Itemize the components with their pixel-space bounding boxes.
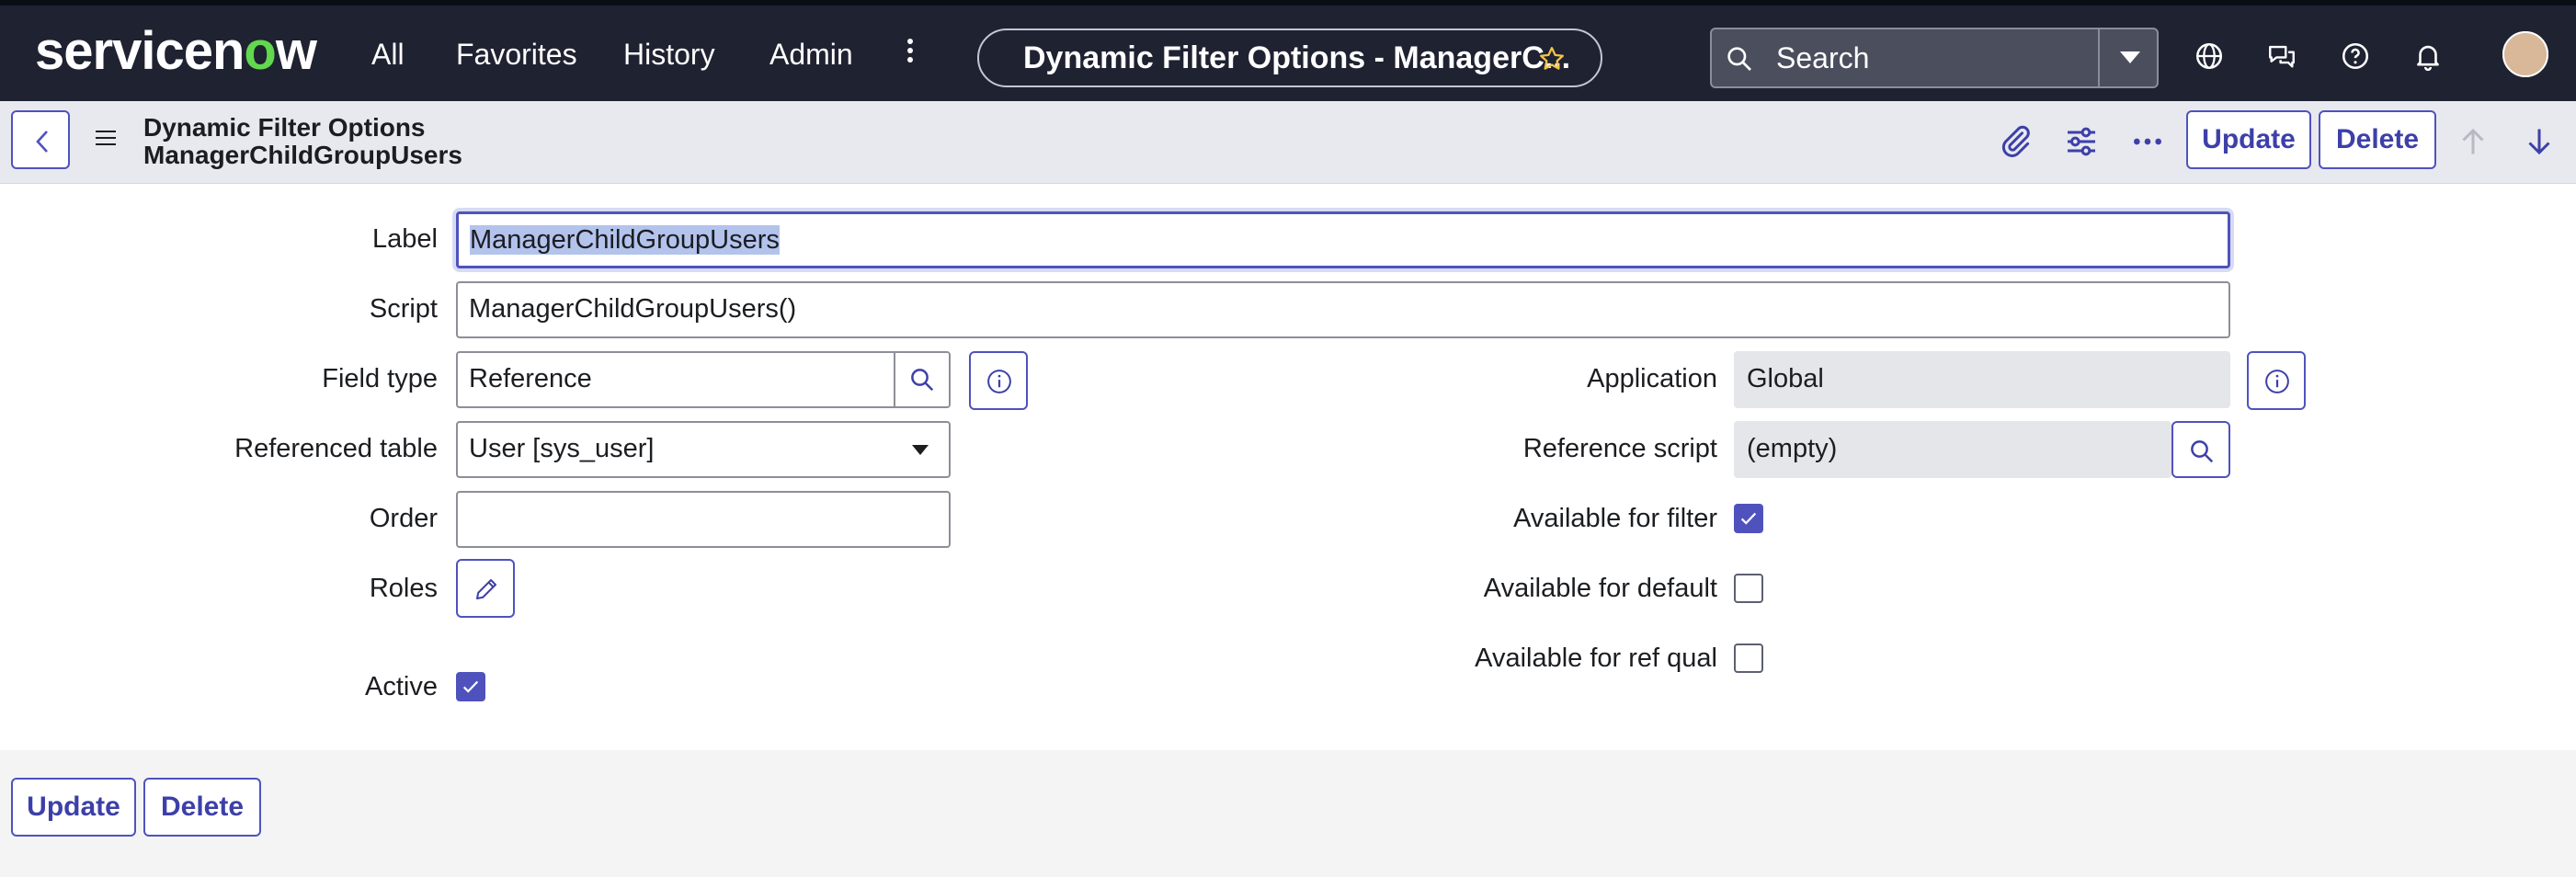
record-context-pill[interactable]: Dynamic Filter Options - ManagerC... <box>977 28 1602 87</box>
nav-admin[interactable]: Admin <box>769 28 853 81</box>
servicenow-logo[interactable]: servicenow <box>35 22 317 81</box>
paperclip-icon[interactable] <box>1997 123 2034 160</box>
application-info-button[interactable] <box>2247 351 2306 410</box>
available-for-ref-qual-checkbox[interactable] <box>1734 644 1763 673</box>
record-title-name: ManagerChildGroupUsers <box>143 141 462 169</box>
available-for-default-label: Available for default <box>1483 574 1717 603</box>
context-menu-icon[interactable] <box>96 131 116 149</box>
personalize-form-icon[interactable] <box>2063 123 2100 160</box>
search-placeholder[interactable]: Search <box>1776 29 1869 86</box>
more-menu-icon[interactable] <box>899 35 921 75</box>
search-icon <box>911 369 934 392</box>
label-input-value: ManagerChildGroupUsers <box>470 225 780 255</box>
search-divider <box>2098 29 2100 86</box>
search-icon <box>1727 47 1751 71</box>
update-button-bottom[interactable]: Update <box>11 778 136 837</box>
record-title-table: Dynamic Filter Options <box>143 113 426 142</box>
checkmark-icon <box>1740 512 1757 525</box>
referenced-table-value: User [sys_user] <box>469 434 655 463</box>
update-button-top[interactable]: Update <box>2186 110 2311 169</box>
top-navigation-bar: servicenow All Favorites History Admin D… <box>0 0 2576 101</box>
application-label: Application <box>1587 364 1717 393</box>
record-form: Label ManagerChildGroupUsers Script Mana… <box>0 184 2576 750</box>
delete-button-top[interactable]: Delete <box>2319 110 2436 169</box>
available-for-ref-qual-label: Available for ref qual <box>1475 644 1717 673</box>
delete-button-bottom[interactable]: Delete <box>143 778 261 837</box>
available-for-filter-label: Available for filter <box>1513 504 1717 533</box>
checkmark-icon <box>462 680 479 693</box>
info-icon <box>2265 370 2289 393</box>
help-icon[interactable] <box>2340 40 2371 72</box>
label-input[interactable]: ManagerChildGroupUsers <box>456 211 2230 268</box>
record-title: Dynamic Filter Options ManagerChildGroup… <box>143 114 462 169</box>
application-readonly-field: Global <box>1734 351 2230 408</box>
script-input[interactable]: ManagerChildGroupUsers() <box>456 281 2230 338</box>
star-icon[interactable] <box>1538 45 1566 73</box>
available-for-default-checkbox[interactable] <box>1734 574 1763 603</box>
online-status-badge <box>2502 31 2548 77</box>
chat-icon[interactable] <box>2266 40 2297 72</box>
label-field-label: Label <box>372 224 438 254</box>
roles-label: Roles <box>369 574 438 603</box>
order-input[interactable] <box>456 491 951 548</box>
record-context-title: Dynamic Filter Options - ManagerC... <box>1023 40 1571 75</box>
field-type-info-button[interactable] <box>969 351 1028 410</box>
referenced-table-label: Referenced table <box>234 434 438 463</box>
back-button[interactable] <box>11 110 70 169</box>
nav-history[interactable]: History <box>623 28 715 81</box>
form-header: Dynamic Filter Options ManagerChildGroup… <box>0 101 2576 184</box>
chevron-left-icon <box>36 131 48 153</box>
previous-record-arrow-up-icon[interactable] <box>2456 123 2490 160</box>
active-label: Active <box>365 672 438 701</box>
next-record-arrow-down-icon[interactable] <box>2523 123 2556 160</box>
search-scope-chevron-down-icon[interactable] <box>2120 51 2140 63</box>
field-type-value: Reference <box>469 364 592 393</box>
info-icon <box>987 370 1011 393</box>
roles-edit-button[interactable] <box>456 559 515 618</box>
field-type-label: Field type <box>322 364 438 393</box>
script-field-label: Script <box>369 294 438 324</box>
chevron-down-icon <box>912 445 929 455</box>
reference-script-readonly-field: (empty) <box>1734 421 2171 478</box>
reference-script-lookup-button[interactable] <box>2171 421 2230 478</box>
field-type-input[interactable]: Reference <box>456 351 951 408</box>
global-search[interactable]: Search <box>1710 28 2159 88</box>
globe-icon[interactable] <box>2194 40 2225 72</box>
available-for-filter-checkbox[interactable] <box>1734 504 1763 533</box>
field-type-lookup-button[interactable] <box>894 353 949 406</box>
nav-favorites[interactable]: Favorites <box>456 28 577 81</box>
form-footer: Update Delete <box>0 750 2576 877</box>
reference-script-label: Reference script <box>1522 434 1717 463</box>
nav-all[interactable]: All <box>371 28 405 81</box>
bell-icon[interactable] <box>2412 40 2444 72</box>
referenced-table-select[interactable]: User [sys_user] <box>456 421 951 478</box>
order-label: Order <box>369 504 438 533</box>
pencil-icon <box>476 579 496 599</box>
search-icon <box>2191 440 2214 463</box>
more-actions-icon[interactable] <box>2129 123 2166 160</box>
active-checkbox[interactable] <box>456 672 485 701</box>
